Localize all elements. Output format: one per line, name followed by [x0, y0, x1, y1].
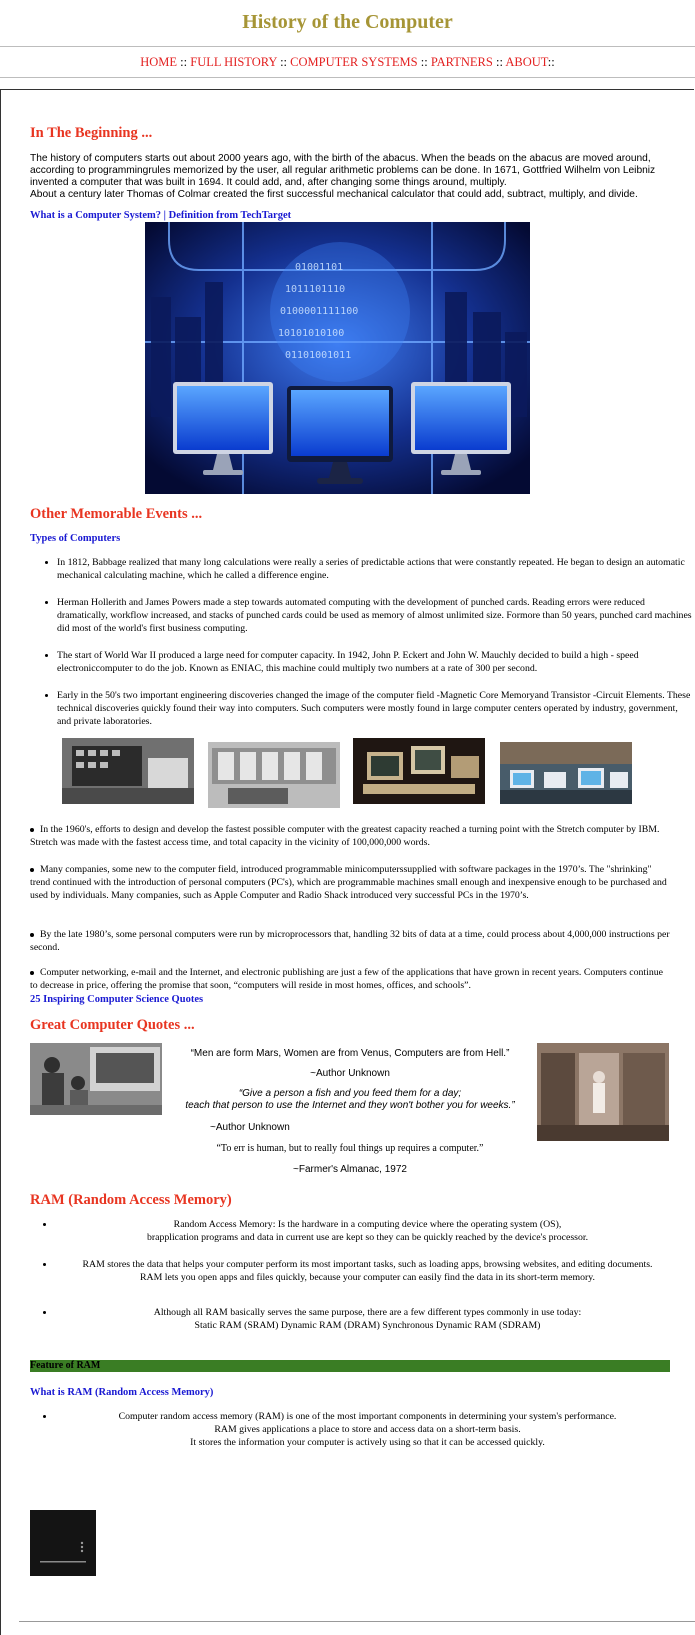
nav-separator: ::: [547, 55, 555, 69]
nav-divider: [0, 77, 695, 78]
list-item: Random Access Memory: Is the hardware in…: [55, 1218, 680, 1244]
nav-separator: ::: [420, 55, 428, 69]
intro-text: The history of computers starts out abou…: [30, 153, 670, 201]
page-header: History of the Computer HOME :: FULL HIS…: [0, 0, 695, 78]
event-paragraph-1970s: Many companies, some new to the computer…: [30, 864, 667, 901]
nav-separator: ::: [280, 55, 288, 69]
quote-1-author: ~Author Unknown: [310, 1068, 390, 1079]
ram-list: Random Access Memory: Is the hardware in…: [30, 1218, 680, 1346]
personal-computer-photo: [353, 738, 485, 804]
svg-text:01101001011: 01101001011: [285, 350, 351, 361]
svg-text:10101010100: 10101010100: [278, 328, 344, 339]
computer-lab-photo: [500, 742, 632, 804]
list-item: Computer random access memory (RAM) is o…: [55, 1410, 680, 1449]
nav-partners[interactable]: PARTNERS: [431, 55, 493, 69]
list-item: In 1812, Babbage realized that many long…: [57, 556, 692, 582]
vintage-computer-room-photo: [537, 1043, 669, 1141]
mainframe-photo: [208, 742, 340, 808]
section-heading-beginning: In The Beginning ...: [30, 125, 153, 141]
content-frame: In The Beginning ... The history of comp…: [0, 89, 694, 1635]
quote-1: “Men are form Mars, Women are from Venus…: [190, 1048, 510, 1059]
svg-text:1011101110: 1011101110: [285, 284, 345, 295]
feature-of-ram-bar: Feature of RAM: [30, 1360, 670, 1372]
main-nav: HOME :: FULL HISTORY :: COMPUTER SYSTEMS…: [0, 47, 695, 77]
bullet-icon: [30, 867, 34, 872]
list-item: RAM stores the data that helps your comp…: [55, 1258, 680, 1284]
quote-2: “Give a person a fish and you feed them …: [185, 1088, 515, 1111]
quote-3-author: ~Farmer's Almanac, 1972: [293, 1164, 407, 1175]
nav-full-history[interactable]: FULL HISTORY: [190, 55, 277, 69]
section-heading-ram: RAM (Random Access Memory): [30, 1192, 232, 1208]
nav-computer-systems[interactable]: COMPUTER SYSTEMS: [290, 55, 417, 69]
video-thumbnail[interactable]: [30, 1510, 96, 1576]
types-of-computers-link[interactable]: Types of Computers: [30, 533, 120, 544]
events-list: In 1812, Babbage realized that many long…: [30, 556, 692, 742]
list-item: Herman Hollerith and James Powers made a…: [57, 596, 692, 635]
intro-paragraph: The history of computers starts out abou…: [30, 153, 656, 188]
nav-separator: ::: [495, 55, 503, 69]
svg-text:01001101: 01001101: [295, 262, 343, 273]
footer-divider: [19, 1621, 695, 1622]
nav-separator: ::: [180, 55, 188, 69]
bullet-icon: [30, 827, 34, 832]
quotes-link[interactable]: 25 Inspiring Computer Science Quotes: [30, 994, 203, 1005]
eniac-photo: [62, 738, 194, 804]
event-paragraph-1960s: In the 1960's, efforts to design and dev…: [30, 824, 660, 848]
section-heading-quotes: Great Computer Quotes ...: [30, 1017, 195, 1033]
bullet-icon: [30, 932, 34, 937]
list-item: Although all RAM basically serves the sa…: [55, 1306, 680, 1332]
bullet-icon: [30, 970, 34, 975]
quote-2-author: ~Author Unknown: [210, 1122, 290, 1133]
list-item: Early in the 50's two important engineer…: [57, 689, 692, 728]
vintage-operators-photo: [30, 1043, 162, 1115]
ram-definition-list: Computer random access memory (RAM) is o…: [30, 1410, 680, 1463]
svg-text:0100001111100: 0100001111100: [280, 306, 358, 317]
section-heading-events: Other Memorable Events ...: [30, 506, 203, 522]
event-paragraph-1980s: By the late 1980’s, some personal comput…: [30, 929, 670, 953]
hero-computer-image: 01001101 1011101110 0100001111100 101010…: [145, 222, 530, 494]
quote-3: “To err is human, but to really foul thi…: [216, 1143, 484, 1154]
nav-home[interactable]: HOME: [140, 55, 177, 69]
nav-about[interactable]: ABOUT: [505, 55, 547, 69]
intro-paragraph-2: About a century later Thomas of Colmar c…: [30, 189, 638, 200]
event-paragraph-networking: Computer networking, e-mail and the Inte…: [30, 967, 663, 991]
what-is-ram-link[interactable]: What is RAM (Random Access Memory): [30, 1387, 213, 1398]
computer-system-link[interactable]: What is a Computer System? | Definition …: [30, 210, 291, 221]
list-item: The start of World War II produced a lar…: [57, 649, 692, 675]
site-title: History of the Computer: [242, 11, 453, 33]
